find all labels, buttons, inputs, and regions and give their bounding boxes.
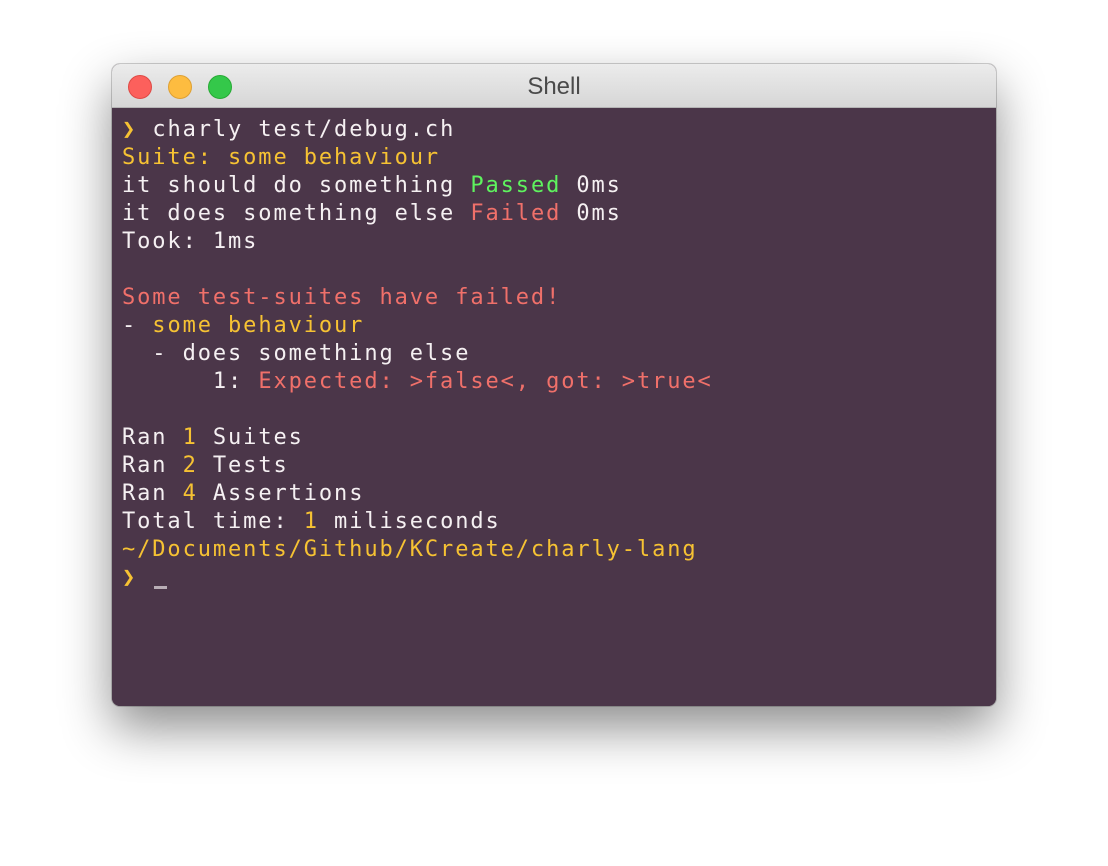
summary-prefix: Ran (122, 425, 183, 450)
summary-prefix: Ran (122, 453, 183, 478)
failure-index: 1: (122, 369, 259, 394)
failed-suite-dash: - (122, 313, 153, 338)
test-name: it should do something (122, 173, 456, 198)
suite-line: Suite: some behaviour (122, 145, 441, 170)
summary-count: 1 (303, 509, 319, 534)
terminal-output[interactable]: ❯ charly test/debug.ch Suite: some behav… (112, 108, 996, 706)
summary-line: Ran 2 Tests (122, 452, 996, 480)
summary-suffix: Tests (197, 453, 289, 478)
summary-prefix: Ran (122, 481, 183, 506)
summary-count: 2 (182, 453, 198, 478)
took-line: Took: 1ms (122, 229, 259, 254)
test-result-line: it does something else Failed 0ms (122, 200, 996, 228)
failure-detail-line: 1: Expected: >false<, got: >true< (122, 368, 996, 396)
test-result-line: it should do something Passed 0ms (122, 172, 996, 200)
command-text: charly test/debug.ch (152, 117, 456, 142)
failed-test-line: - does something else (122, 341, 471, 366)
test-status-passed: Passed (470, 173, 562, 198)
failed-suite-name: some behaviour (152, 313, 365, 338)
summary-line: Ran 1 Suites (122, 424, 996, 452)
summary-count: 4 (182, 481, 198, 506)
summary-suffix: miliseconds (318, 509, 501, 534)
prompt-icon: ❯ (122, 117, 138, 142)
window-title: Shell (527, 73, 581, 100)
shell-window: Shell ❯ charly test/debug.ch Suite: some… (112, 64, 996, 706)
failure-message: Expected: >false<, got: >true< (258, 369, 713, 394)
command-line: ❯ charly test/debug.ch (122, 116, 996, 144)
summary-count: 1 (182, 425, 198, 450)
test-time: 0ms (576, 173, 622, 198)
failed-suite-line: - some behaviour (122, 312, 996, 340)
test-name: it does something else (122, 201, 456, 226)
cwd-line: ~/Documents/Github/KCreate/charly-lang (122, 537, 698, 562)
test-status-failed: Failed (470, 201, 562, 226)
summary-suffix: Suites (197, 425, 304, 450)
summary-line: Total time: 1 miliseconds (122, 508, 996, 536)
summary-suffix: Assertions (197, 481, 365, 506)
prompt-line[interactable]: ❯ (122, 564, 996, 592)
prompt-icon: ❯ (122, 565, 138, 590)
failure-header: Some test-suites have failed! (122, 285, 562, 310)
test-time: 0ms (576, 201, 622, 226)
text-cursor (154, 586, 168, 589)
summary-prefix: Total time: (122, 509, 304, 534)
title-bar[interactable]: Shell (112, 64, 996, 108)
summary-line: Ran 4 Assertions (122, 480, 996, 508)
